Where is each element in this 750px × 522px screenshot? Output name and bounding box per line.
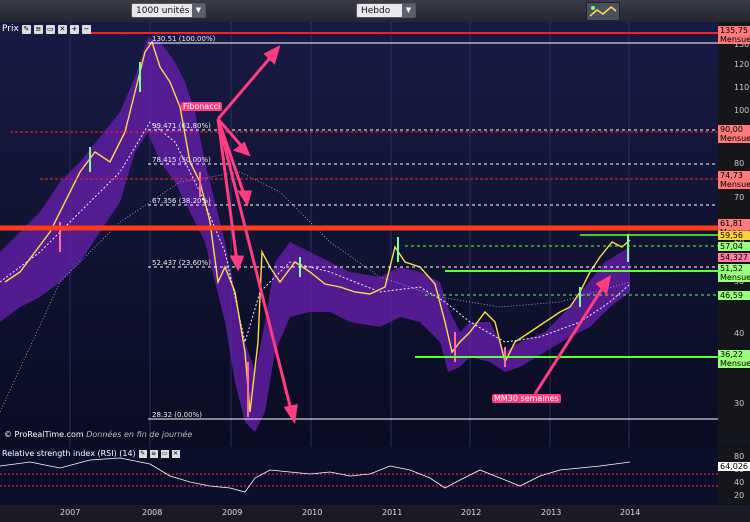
period-select[interactable]: Hebdo ▼ — [356, 3, 416, 18]
y-tick: 70 — [734, 193, 745, 202]
fib-label-50: 78.415 (50.00%) — [152, 156, 211, 164]
rsi-value-tag: 64,026 — [718, 462, 750, 471]
fib-label-38: 67.356 (38.20%) — [152, 197, 211, 205]
price-chart[interactable] — [0, 22, 750, 447]
fib-label-61: 99.471 (61.80%) — [152, 122, 211, 130]
fib-label-23: 52.437 (23.60%) — [152, 259, 211, 267]
price-tag-90: 90,00 Mensuel — [718, 125, 750, 143]
chevron-down-icon: ▼ — [402, 4, 415, 17]
rsi-tick: 80 — [734, 452, 745, 461]
x-tick: 2013 — [541, 508, 562, 517]
rsi-title: Relative strength index (RSI) (14) — [2, 449, 136, 458]
y-tick: 80 — [734, 159, 745, 168]
mm30-note: MM30 semaines — [492, 394, 561, 403]
watermark-note: Données en fin de journée — [86, 430, 193, 439]
x-tick: 2014 — [620, 508, 641, 517]
y-tick: 100 — [734, 106, 750, 115]
close-icon[interactable]: ✕ — [171, 449, 180, 458]
fibonacci-note: Fibonacci — [181, 102, 223, 111]
y-tick: 120 — [734, 60, 750, 69]
rsi-tick: 40 — [734, 478, 745, 487]
price-pane-title: Prix — [2, 24, 19, 34]
x-tick: 2009 — [222, 508, 243, 517]
units-select-label: 1000 unités — [136, 6, 190, 16]
settings-icon[interactable]: ≡ — [149, 449, 158, 458]
settings-icon[interactable]: ≡ — [33, 24, 43, 34]
period-select-label: Hebdo — [361, 6, 391, 16]
window-icon[interactable]: ▭ — [45, 24, 55, 34]
price-tag-57: 57,04 — [718, 242, 750, 251]
price-tag-135: 135,75 Mensuel — [718, 26, 750, 44]
zoom-in-icon[interactable]: + — [69, 24, 79, 34]
price-tag-36: 36,22 Mensuel — [718, 350, 750, 368]
wrench-icon[interactable]: ✎ — [138, 449, 147, 458]
toolbar: 1000 unités ▼ Hebdo ▼ — [0, 0, 750, 23]
x-tick: 2008 — [142, 508, 163, 517]
watermark: © ProRealTime.com Données en fin de jour… — [4, 430, 192, 439]
x-tick: 2011 — [382, 508, 403, 517]
x-tick: 2007 — [60, 508, 81, 517]
chevron-down-icon: ▼ — [192, 4, 205, 17]
fib-label-0: 28.32 (0.00%) — [152, 411, 202, 419]
fib-label-100: 130.51 (100.00%) — [152, 35, 216, 43]
price-tag-54: 54,327 — [718, 253, 750, 262]
watermark-brand: © ProRealTime.com — [4, 430, 84, 439]
x-tick: 2010 — [302, 508, 323, 517]
wrench-icon[interactable]: ✎ — [21, 24, 31, 34]
zoom-out-icon[interactable]: − — [81, 24, 91, 34]
price-tag-74: 74,73 Mensuel — [718, 171, 750, 189]
y-tick: 30 — [734, 399, 745, 408]
price-tag-46: 46,59 — [718, 291, 750, 300]
y-tick: 40 — [734, 329, 745, 338]
window-icon[interactable]: ▭ — [160, 449, 169, 458]
chart-tools-icon — [589, 6, 617, 17]
units-select[interactable]: 1000 unités ▼ — [131, 3, 206, 18]
x-tick: 2012 — [461, 508, 482, 517]
rsi-header: Relative strength index (RSI) (14) ✎ ≡ ▭… — [2, 449, 180, 458]
price-pane-header: Prix ✎ ≡ ▭ ✕ + − — [2, 24, 91, 34]
y-tick: 110 — [734, 83, 750, 92]
rsi-tick: 20 — [734, 491, 745, 500]
price-tag-59: 59,56 — [718, 231, 750, 240]
drawing-tools-icon[interactable] — [586, 2, 620, 21]
price-tag-51: 51,52 Mensuel — [718, 264, 750, 282]
close-icon[interactable]: ✕ — [57, 24, 67, 34]
